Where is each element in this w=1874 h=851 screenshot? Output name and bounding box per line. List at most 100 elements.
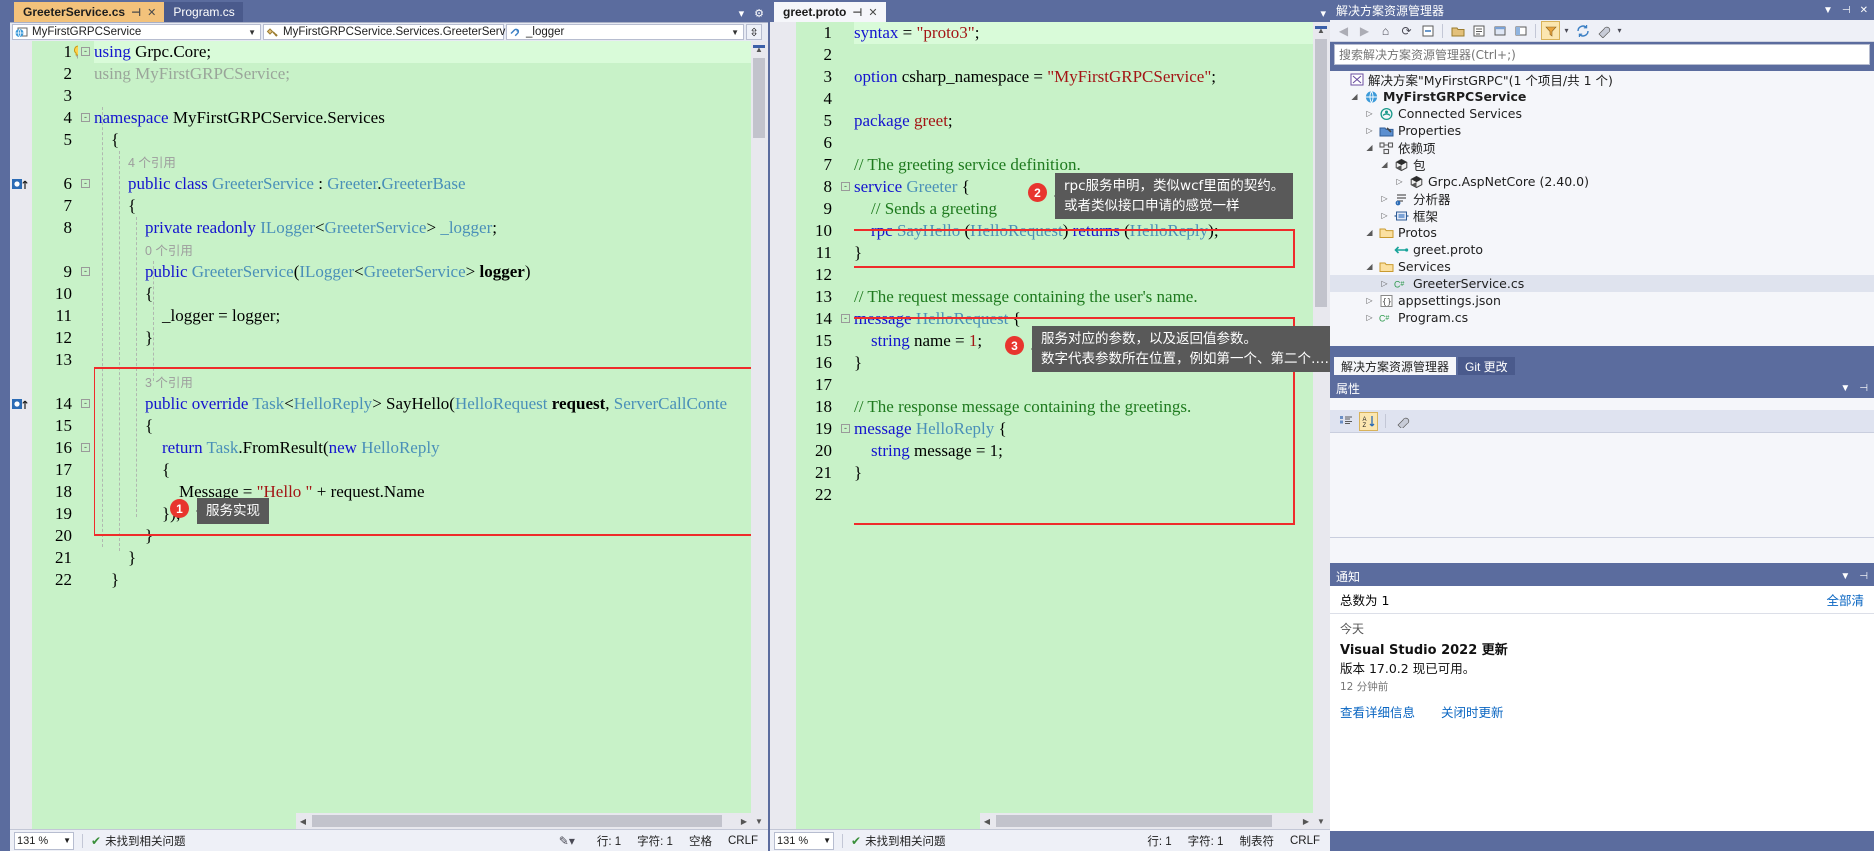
scrollbar-thumb[interactable] xyxy=(753,58,765,138)
code-line[interactable]: public GreeterService(ILogger<GreeterSer… xyxy=(94,261,768,283)
code-line[interactable]: namespace MyFirstGRPCService.Services xyxy=(94,107,768,129)
tree-node-node[interactable]: ◢ 包 xyxy=(1330,156,1874,173)
code-text-left[interactable]: using Grpc.Core; using MyFirstGRPCService… xyxy=(94,41,768,829)
code-line[interactable]: { xyxy=(94,129,768,151)
code-line[interactable]: } xyxy=(854,462,1330,484)
split-editor-button[interactable]: ⇳ xyxy=(746,24,762,40)
properties-icon[interactable] xyxy=(1469,21,1488,40)
pin-icon[interactable]: ⊣ xyxy=(1842,5,1851,16)
chevron-down-icon[interactable]: ▼ xyxy=(248,28,258,37)
code-line[interactable]: public class GreeterService : Greeter.Gr… xyxy=(94,173,768,195)
code-line[interactable] xyxy=(854,264,1330,286)
tab-list-chevron-icon[interactable]: ▾ xyxy=(1320,7,1326,20)
code-line[interactable]: // The request message containing the us… xyxy=(854,286,1330,308)
chevron-down-icon[interactable]: ▼ xyxy=(1823,5,1833,16)
overridden-member-icon[interactable] xyxy=(12,178,29,191)
tab-solution-explorer[interactable]: 解决方案资源管理器 xyxy=(1334,357,1457,375)
code-line[interactable] xyxy=(854,484,1330,506)
chevron-down-icon[interactable]: ▼ xyxy=(731,28,741,37)
line-ending-indicator[interactable]: CRLF xyxy=(1290,835,1320,847)
code-line[interactable]: { xyxy=(94,459,768,481)
fold-toggle[interactable]: - xyxy=(841,314,850,323)
twisty-icon[interactable]: ▷ xyxy=(1364,313,1375,322)
code-line[interactable]: { xyxy=(94,415,768,437)
nav-member-combo[interactable]: _logger ▼ xyxy=(506,24,744,40)
back-icon[interactable]: ◀ xyxy=(1334,21,1353,40)
code-line[interactable]: message HelloReply { xyxy=(854,418,1330,440)
code-line[interactable]: rpc SayHello (HelloRequest) returns (Hel… xyxy=(854,220,1330,242)
scroll-down-icon[interactable]: ▼ xyxy=(751,813,767,829)
tree-node-protos[interactable]: ◢ Protos xyxy=(1330,224,1874,241)
issues-status-label[interactable]: 未找到相关问题 xyxy=(865,833,946,849)
tree-node-node[interactable]: ◢ 依赖项 xyxy=(1330,139,1874,156)
issues-status-label[interactable]: 未找到相关问题 xyxy=(105,833,186,849)
pending-changes-filter-icon[interactable] xyxy=(1511,21,1530,40)
preview-selected-items-icon[interactable] xyxy=(1490,21,1509,40)
refresh-icon[interactable]: ⟳ xyxy=(1397,21,1416,40)
code-line[interactable] xyxy=(854,132,1330,154)
twisty-icon[interactable]: ◢ xyxy=(1349,92,1360,101)
filter-dropdown-icon[interactable] xyxy=(1541,21,1560,40)
properties-grid[interactable]: AZ xyxy=(1330,398,1874,563)
chevron-down-icon[interactable]: ▼ xyxy=(63,836,71,845)
horizontal-scrollbar-right[interactable]: ◀ ▶ xyxy=(980,813,1313,829)
code-line[interactable]: public override Task<HelloReply> SayHell… xyxy=(94,393,768,415)
chevron-down-icon[interactable]: ▾ xyxy=(1615,21,1624,40)
update-on-close-link[interactable]: 关闭时更新 xyxy=(1441,702,1504,721)
fold-toggle[interactable]: - xyxy=(841,424,850,433)
tree-node-node[interactable]: ▷ i 分析器 xyxy=(1330,190,1874,207)
vertical-scrollbar-right[interactable]: ▲ ▼ xyxy=(1313,22,1330,829)
tree-node-services[interactable]: ◢ Services xyxy=(1330,258,1874,275)
notification-item[interactable]: Visual Studio 2022 更新 版本 17.0.2 现已可用。 12… xyxy=(1330,637,1874,698)
indentation-indicator[interactable]: 空格 xyxy=(689,833,712,849)
chevron-down-icon[interactable]: ▼ xyxy=(823,836,831,845)
tab-settings-gear-icon[interactable]: ⚙ xyxy=(754,7,764,20)
twisty-icon[interactable]: ◢ xyxy=(1364,228,1375,237)
code-line[interactable]: { xyxy=(94,283,768,305)
twisty-icon[interactable]: ▷ xyxy=(1364,109,1375,118)
fold-toggle[interactable]: - xyxy=(81,443,90,452)
search-input[interactable] xyxy=(1339,47,1865,62)
twisty-icon[interactable]: ◢ xyxy=(1364,143,1375,152)
fold-toggle[interactable]: - xyxy=(81,113,90,122)
chevron-down-icon[interactable]: ▼ xyxy=(1840,383,1850,394)
code-line[interactable] xyxy=(854,44,1330,66)
zoom-level-selector[interactable]: 131 % ▼ xyxy=(774,831,834,850)
code-line[interactable]: { xyxy=(94,195,768,217)
indentation-indicator[interactable]: 制表符 xyxy=(1239,833,1274,849)
property-pages-wrench-icon[interactable] xyxy=(1393,412,1412,431)
code-line[interactable]: 3 个引用 xyxy=(94,371,768,393)
twisty-icon[interactable]: ▷ xyxy=(1379,279,1390,288)
tab-program-cs[interactable]: Program.cs xyxy=(164,2,243,22)
categorized-icon[interactable] xyxy=(1336,412,1355,431)
solution-explorer-search[interactable] xyxy=(1334,44,1870,65)
close-icon[interactable]: ✕ xyxy=(1860,5,1868,16)
chevron-down-icon[interactable]: ▼ xyxy=(1840,571,1850,582)
pin-icon[interactable]: ⊣ xyxy=(131,6,141,19)
scroll-up-icon[interactable]: ▲ xyxy=(1313,22,1329,38)
scroll-left-icon[interactable]: ◀ xyxy=(980,813,994,829)
code-line[interactable]: _logger = logger; xyxy=(94,305,768,327)
overridden-member-icon[interactable] xyxy=(12,398,29,411)
tree-node-grpc-aspnetcore-2-40-0[interactable]: ▷ Grpc.AspNetCore (2.40.0) xyxy=(1330,173,1874,190)
code-line[interactable]: private readonly ILogger<GreeterService>… xyxy=(94,217,768,239)
sync-with-active-document-icon[interactable] xyxy=(1573,21,1592,40)
tree-node-appsettings-json[interactable]: ▷ {} appsettings.json xyxy=(1330,292,1874,309)
code-line[interactable] xyxy=(94,349,768,371)
code-line[interactable]: 4 个引用 xyxy=(94,151,768,173)
tab-list-chevron-icon[interactable]: ▾ xyxy=(739,7,745,20)
code-line[interactable]: } xyxy=(94,569,768,591)
tab-greet-proto[interactable]: greet.proto ⊣ ✕ xyxy=(774,2,886,22)
code-line[interactable]: using Grpc.Core; xyxy=(94,41,768,63)
chevron-down-icon[interactable]: ▾ xyxy=(1562,21,1571,40)
fold-margin-left[interactable]: - - - - - - xyxy=(78,41,94,829)
code-line[interactable]: using MyFirstGRPCService; xyxy=(94,63,768,85)
tree-node-greet-proto[interactable]: greet.proto xyxy=(1330,241,1874,258)
scrollbar-thumb[interactable] xyxy=(996,815,1272,827)
twisty-icon[interactable]: ▷ xyxy=(1364,296,1375,305)
nav-type-combo[interactable]: MyFirstGRPCService.Services.GreeterServi… xyxy=(263,24,532,40)
home-icon[interactable]: ⌂ xyxy=(1376,21,1395,40)
twisty-icon[interactable]: ▷ xyxy=(1379,211,1390,220)
code-line[interactable]: } xyxy=(854,242,1330,264)
code-line[interactable]: } xyxy=(94,547,768,569)
